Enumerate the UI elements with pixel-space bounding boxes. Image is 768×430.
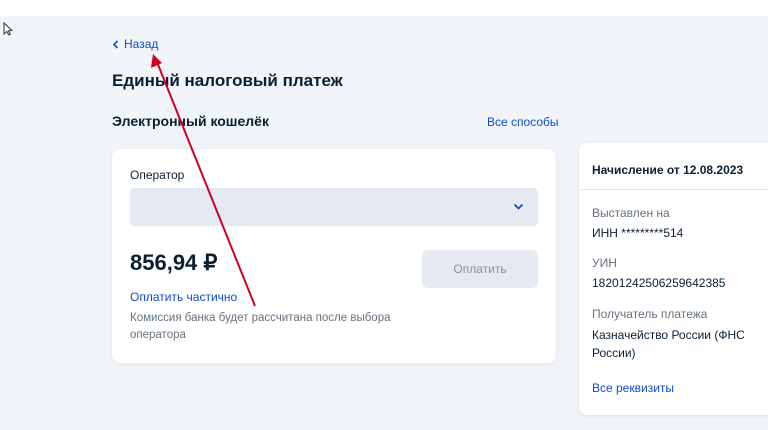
recipient-label: Получатель платежа: [592, 307, 708, 321]
uin-value: 18201242506259642385: [592, 276, 726, 290]
operator-label: Оператор: [130, 168, 185, 182]
all-details-link[interactable]: Все реквизиты: [592, 381, 674, 395]
uin-label: УИН: [592, 256, 617, 270]
pay-partial-link[interactable]: Оплатить частично: [130, 290, 237, 304]
all-methods-link[interactable]: Все способы: [487, 115, 559, 129]
issued-value: ИНН *********514: [592, 226, 684, 240]
chevron-left-icon: [112, 39, 119, 49]
pay-button[interactable]: Оплатить: [422, 250, 538, 288]
back-link[interactable]: Назад: [112, 37, 158, 51]
charge-title: Начисление от 12.08.2023: [592, 163, 744, 177]
operator-select[interactable]: [130, 188, 538, 226]
commission-note: Комиссия банка будет рассчитана после вы…: [130, 312, 391, 341]
top-bar: [0, 0, 768, 16]
chevron-down-icon: [513, 203, 524, 210]
divider: [579, 189, 768, 190]
recipient-value: Казначейство России (ФНС России): [592, 328, 745, 360]
issued-label: Выставлен на: [592, 206, 670, 220]
charge-details-panel: Начисление от 12.08.2023 Выставлен на ИН…: [579, 143, 768, 415]
mouse-cursor-icon: [3, 22, 13, 36]
page-title: Единый налоговый платеж: [112, 71, 343, 90]
back-link-label: Назад: [124, 37, 159, 51]
section-title: Электронный кошелёк: [112, 113, 269, 129]
payment-amount: 856,94 ₽: [130, 250, 218, 275]
payment-card: Оператор 856,94 ₽ Оплатить Оплатить част…: [112, 149, 556, 363]
